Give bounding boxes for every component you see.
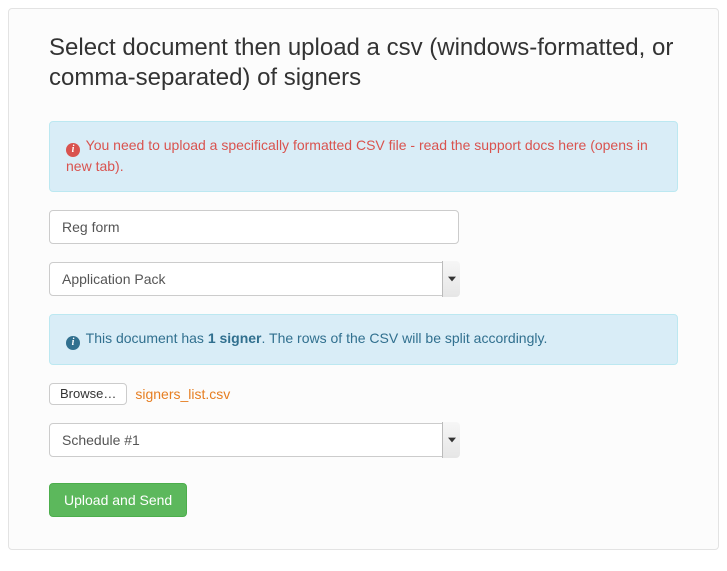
info-icon: i (66, 336, 80, 350)
schedule-select-value: Schedule #1 (49, 423, 459, 457)
bulk-title-input[interactable] (49, 210, 459, 244)
csv-file-row: Browse… signers_list.csv (49, 383, 678, 405)
page-title: Select document then upload a csv (windo… (49, 33, 678, 93)
info-icon: i (66, 143, 80, 157)
alert-signer-count: i This document has 1 signer. The rows o… (49, 314, 678, 365)
signer-count-post: . The rows of the CSV will be split acco… (262, 330, 548, 346)
document-select-value: Application Pack (49, 262, 459, 296)
support-docs-link[interactable]: You need to upload a specifically format… (66, 137, 648, 174)
alert-upload-csv: i You need to upload a specifically form… (49, 121, 678, 192)
uploaded-filename: signers_list.csv (135, 386, 230, 402)
upload-and-send-button[interactable]: Upload and Send (49, 483, 187, 517)
browse-button[interactable]: Browse… (49, 383, 127, 405)
signer-count: 1 signer (208, 330, 262, 346)
document-select[interactable]: Application Pack (49, 262, 459, 296)
signer-count-pre: This document has (86, 330, 208, 346)
schedule-select[interactable]: Schedule #1 (49, 423, 459, 457)
bulk-send-panel: Select document then upload a csv (windo… (8, 8, 719, 550)
